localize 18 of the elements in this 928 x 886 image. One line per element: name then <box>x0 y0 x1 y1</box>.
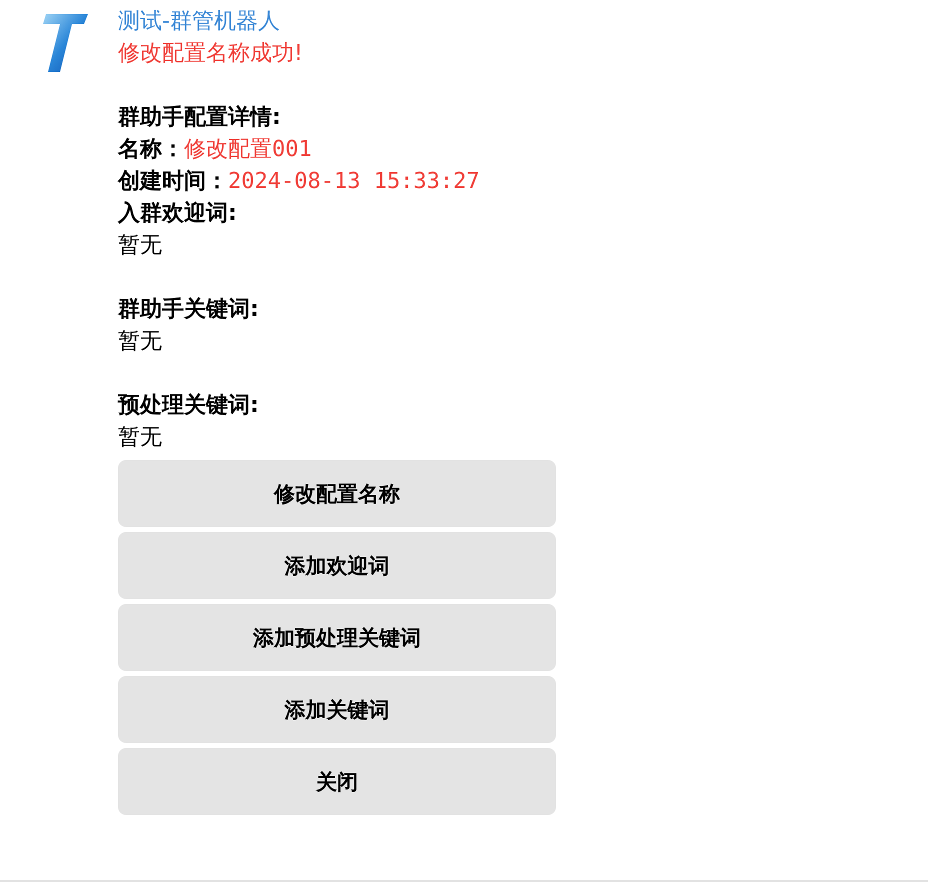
field-label: 创建时间： <box>118 168 228 196</box>
section-label: 群助手关键词: <box>118 296 259 324</box>
status-message: 修改配置名称成功! <box>118 40 304 68</box>
field-value: 2024-08-13 15:33:27 <box>228 168 480 196</box>
keyboard-button[interactable]: 添加欢迎词 <box>118 532 556 599</box>
section-value: 暂无 <box>118 232 162 260</box>
section-label: 预处理关键词: <box>118 392 259 420</box>
field-label: 名称： <box>118 136 184 164</box>
keyboard-button[interactable]: 添加预处理关键词 <box>118 604 556 671</box>
keyboard-button[interactable]: 关闭 <box>118 748 556 815</box>
section-value: 暂无 <box>118 328 162 356</box>
keyboard-button[interactable]: 添加关键词 <box>118 676 556 743</box>
section-value: 暂无 <box>118 424 162 452</box>
field-value: 修改配置001 <box>184 136 312 164</box>
details-title: 群助手配置详情: <box>118 104 281 132</box>
section-label: 入群欢迎词: <box>118 200 237 228</box>
sender-name: 测试-群管机器人 <box>118 8 281 36</box>
keyboard-button[interactable]: 修改配置名称 <box>118 460 556 527</box>
